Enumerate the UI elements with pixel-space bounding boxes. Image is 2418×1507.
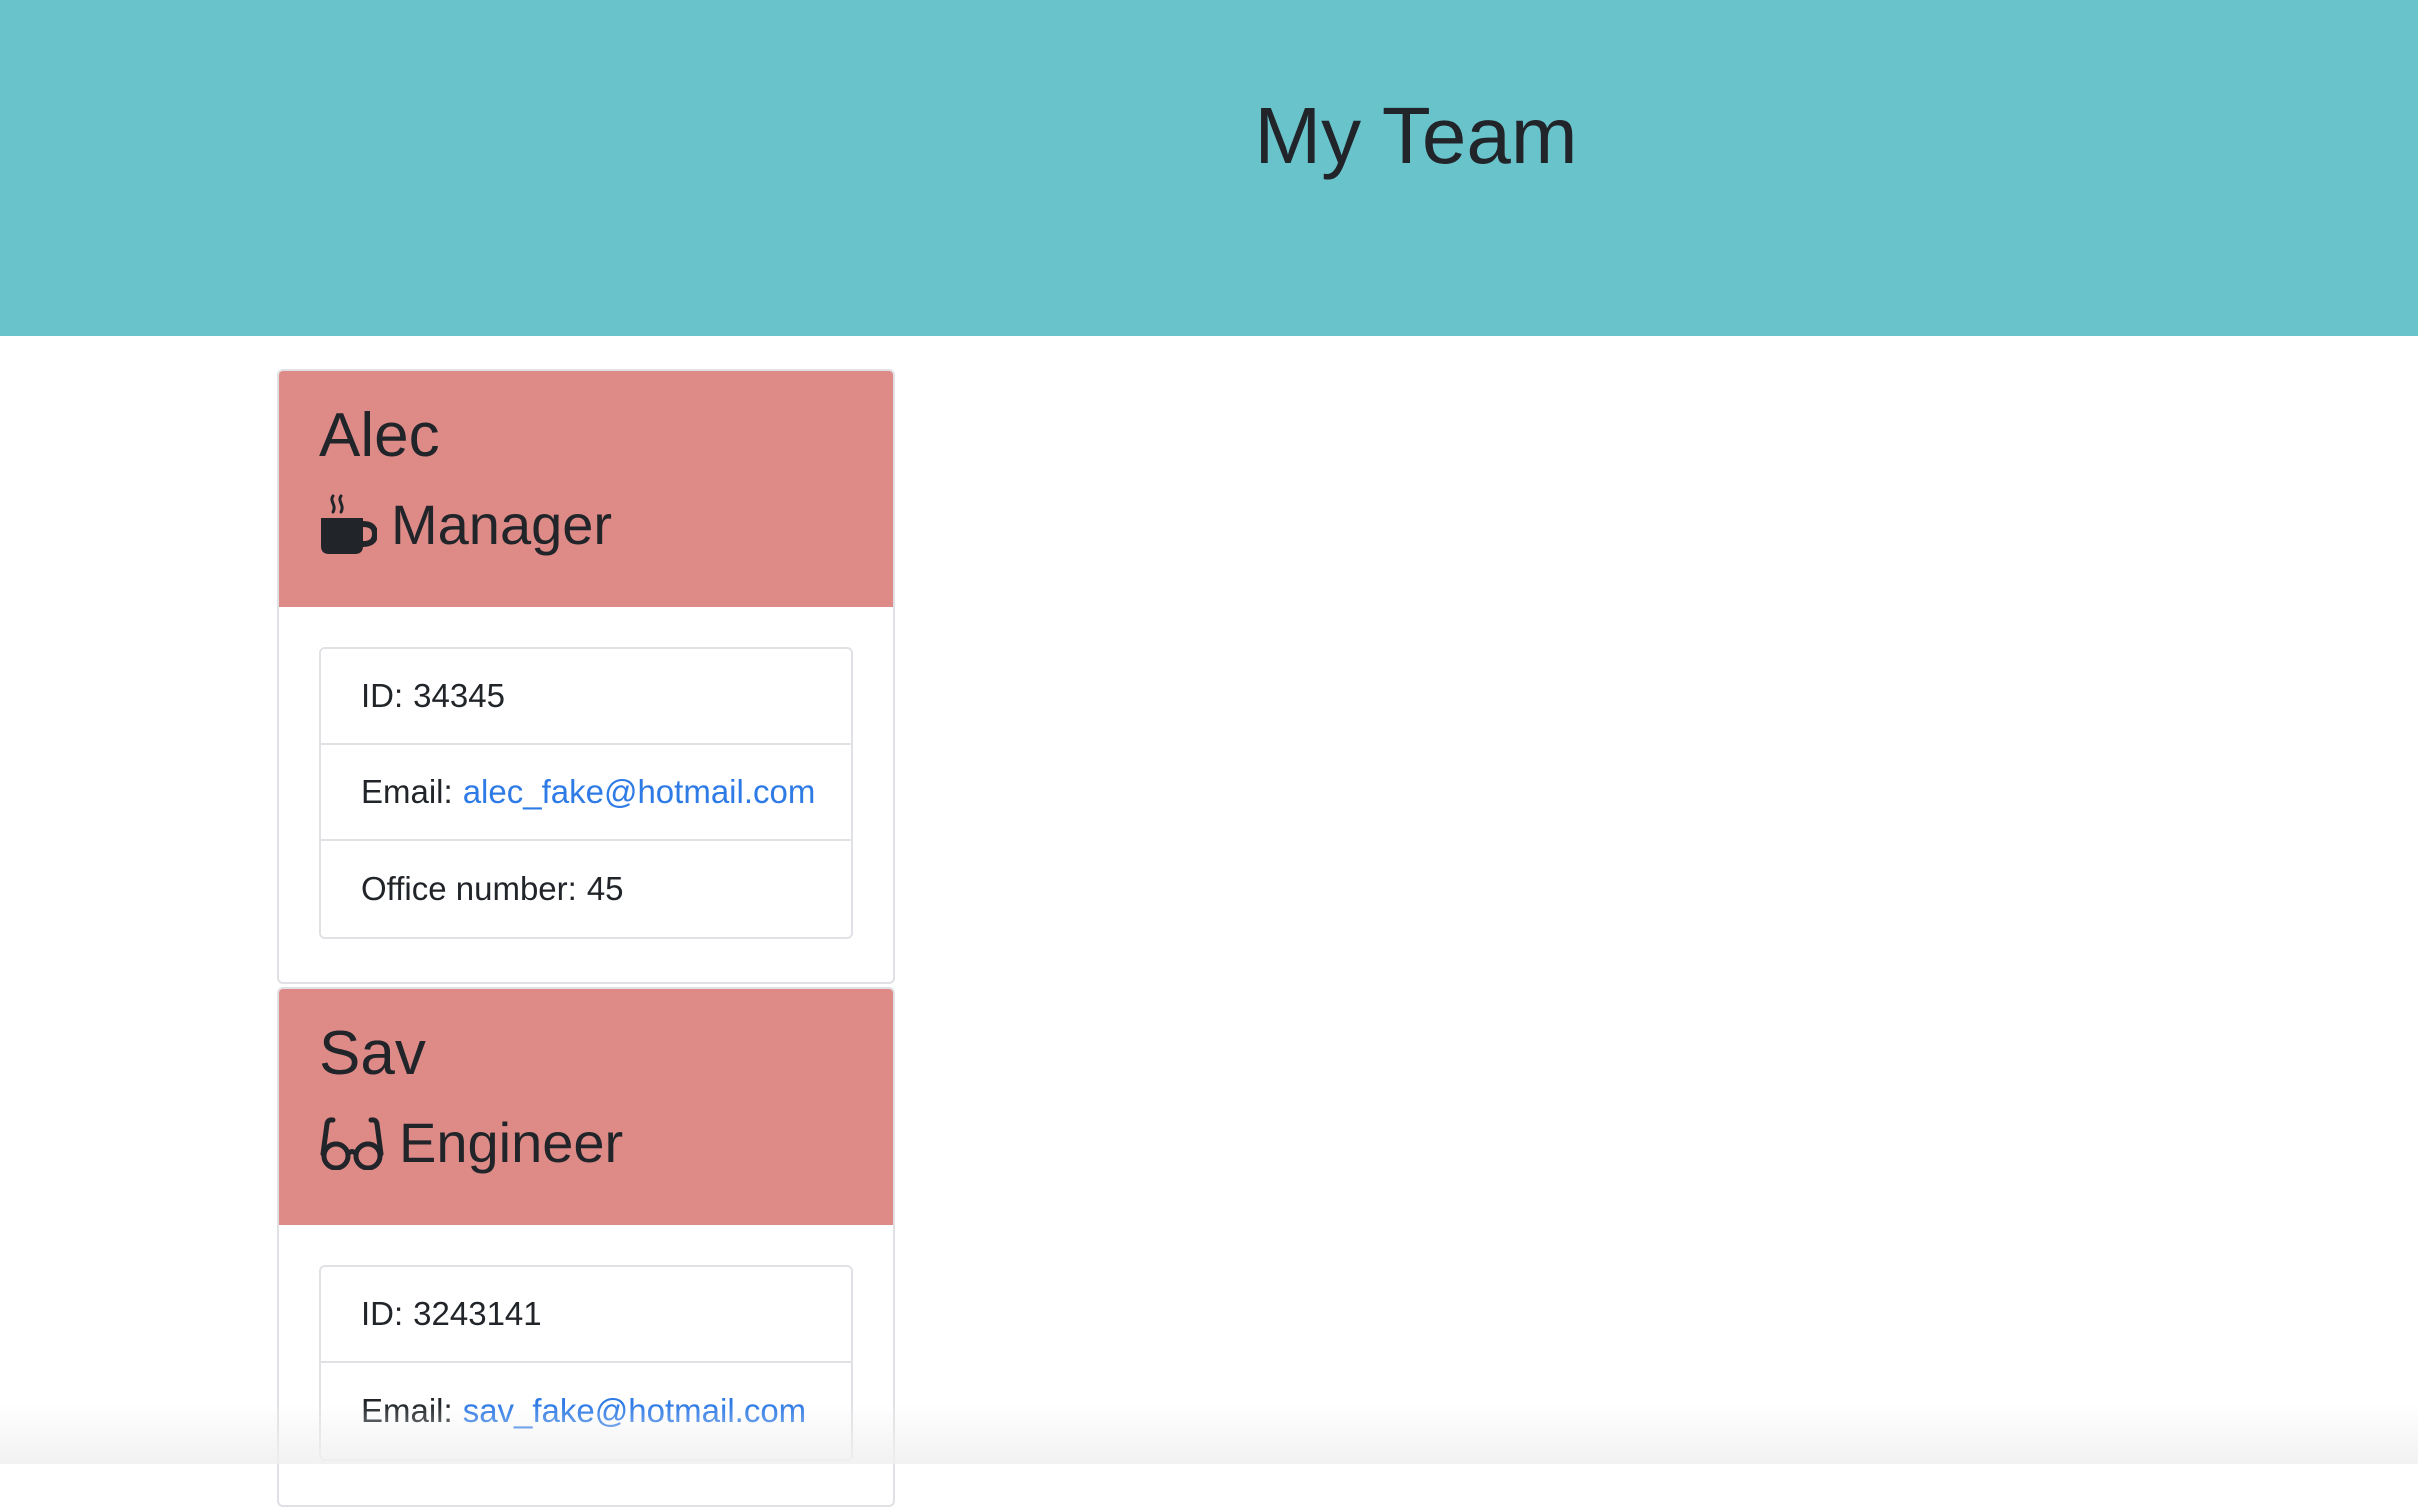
employee-details-list: ID: 3243141 Email: sav_fake@hotmail.com bbox=[319, 1265, 853, 1461]
employee-role-label: Manager bbox=[391, 493, 613, 556]
employee-card: Sav Engineer ID: 3243141 Email: sav_fake… bbox=[277, 987, 895, 1507]
employee-id-item: ID: 34345 bbox=[321, 649, 851, 745]
employee-id-label: ID: bbox=[361, 677, 404, 714]
employee-card-header: Sav Engineer bbox=[279, 989, 893, 1225]
employee-office-item: Office number: 45 bbox=[321, 841, 851, 937]
employee-email-item: Email: sav_fake@hotmail.com bbox=[321, 1363, 851, 1459]
employee-card: Alec Manager ID: 34345 Email: alec_fake@… bbox=[277, 369, 895, 984]
header-banner: My Team bbox=[0, 0, 2418, 336]
employee-id-value: 34345 bbox=[413, 677, 505, 714]
mug-hot-icon bbox=[319, 494, 377, 556]
employee-role: Manager bbox=[319, 491, 893, 558]
page-title: My Team bbox=[1254, 91, 1578, 180]
employee-id-item: ID: 3243141 bbox=[321, 1267, 851, 1363]
employee-email-link[interactable]: sav_fake@hotmail.com bbox=[463, 1392, 806, 1430]
employee-role-label: Engineer bbox=[399, 1111, 624, 1174]
employee-name: Sav bbox=[319, 1019, 426, 1088]
employee-office-value: 45 bbox=[586, 870, 624, 907]
employee-email-link[interactable]: alec_fake@hotmail.com bbox=[463, 773, 816, 811]
employee-id-value: 3243141 bbox=[413, 1295, 542, 1332]
employee-name: Alec bbox=[319, 401, 440, 470]
employee-email-label: Email: bbox=[361, 1392, 453, 1429]
employee-details-list: ID: 34345 Email: alec_fake@hotmail.com O… bbox=[319, 647, 853, 939]
glasses-icon bbox=[319, 1116, 385, 1170]
employee-card-body: ID: 3243141 Email: sav_fake@hotmail.com bbox=[279, 1225, 893, 1501]
employee-id-label: ID: bbox=[361, 1295, 404, 1332]
employee-email-item: Email: alec_fake@hotmail.com bbox=[321, 745, 851, 841]
employee-email-label: Email: bbox=[361, 773, 453, 810]
employee-office-label: Office number: bbox=[361, 870, 577, 907]
employee-role: Engineer bbox=[319, 1109, 893, 1176]
employee-card-header: Alec Manager bbox=[279, 371, 893, 607]
employee-card-body: ID: 34345 Email: alec_fake@hotmail.com O… bbox=[279, 607, 893, 979]
